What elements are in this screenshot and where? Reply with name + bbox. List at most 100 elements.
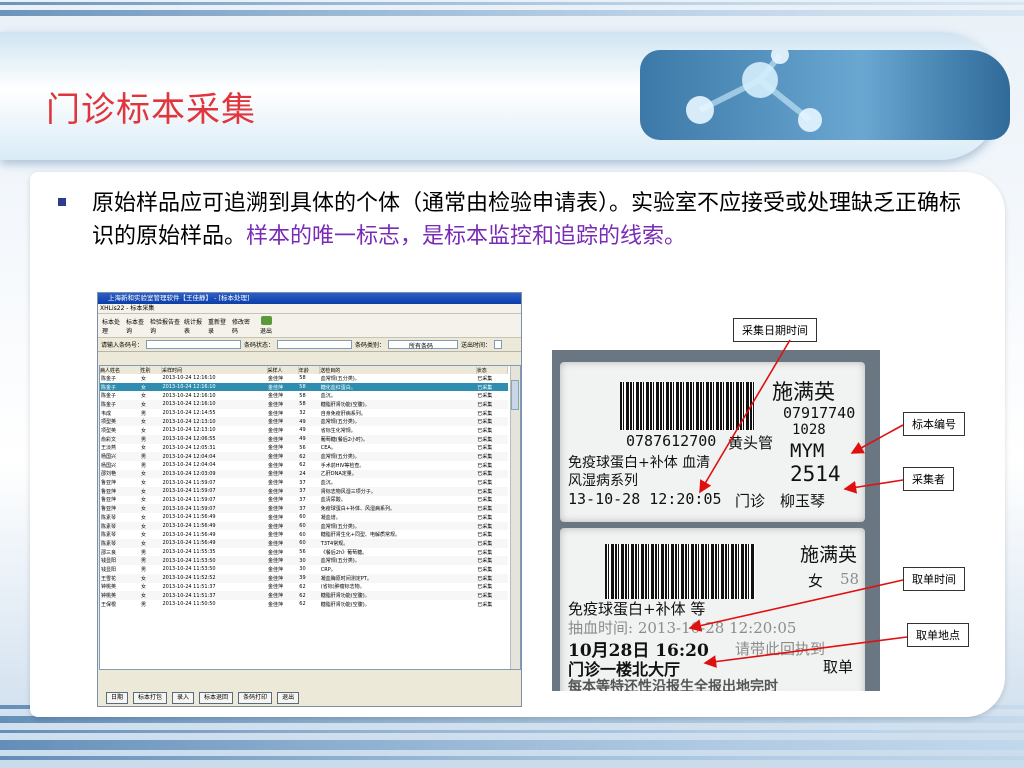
table-row[interactable]: 项型英女 2013-10-24 12:13:10 金佳萍 49 血常规(五分类)。 已采集 [100,417,508,427]
table-row[interactable]: 王保根 男 2013-10-24 11:50:50 金佳萍 62 糖脂肝肾功能(空腹)。 已… [100,600,508,609]
bottom-pickup-note: 请带此回执到 [735,640,826,658]
table-row[interactable]: 鲁亚萍 女 2013-10-24 11:59:07 金佳萍 37 血沉。 已采集 [100,478,508,487]
column-header[interactable]: 状态 [476,366,509,374]
callout-number: 标本编号 [903,412,965,436]
table-cell: 已采集 [477,480,493,487]
table-row[interactable]: 俞彩文男 2013-10-24 12:06:55 金佳萍 49 葡萄糖(餐后2小时)。已… [100,434,508,444]
table-cell: 58 [299,392,306,399]
table-cell: 省标生化常规。 [320,427,356,434]
time-input[interactable] [494,340,503,349]
table-cell: 58 [298,400,320,409]
table-cell: 62 [299,583,306,590]
toolbar-button-exit[interactable]: 退出 [256,316,276,335]
bottom-sex: 女 [808,572,824,590]
table-row[interactable]: 鲁亚萍女 2013-10-24 11:59:07 金佳萍 37 肾标志物风湿三项分子。已… [100,486,508,496]
window-button[interactable]: 标本退回 [199,692,234,704]
table-cell: 37 [299,496,306,503]
table-cell: 已采集 [477,514,493,521]
table-cell: 2013-10-24 12:16:10 [162,392,216,399]
table-cell: 钟桃英 [100,591,141,600]
scroll-thumb[interactable] [511,380,519,410]
window-button[interactable]: 条码打印 [238,692,273,704]
table-cell: 鲁亚萍 [100,504,141,513]
table-cell: 王雪花 [100,573,141,583]
column-header[interactable]: 采样时间 [161,366,268,374]
table-cell: 男 [141,566,147,573]
table-row[interactable]: 钟桃英 女 2013-10-24 11:51:37 金佳萍 62 (省标)肿瘤标志物。 已采… [100,583,508,592]
table-cell: 2013-10-24 11:59:07 [161,486,268,496]
window-button[interactable]: 退出 [277,692,300,704]
table-row[interactable]: 陈金子女 2013-10-24 12:16:10 金佳萍 58 糖化血红蛋白。 已采集 [100,382,508,392]
table-row[interactable]: 鲁亚萍 女 2013-10-24 11:59:07 金佳萍 37 血清尿酸。 已采集 [100,496,508,505]
table-cell: 已采集 [477,566,493,573]
table-cell: 金佳萍 [268,514,284,521]
column-header[interactable]: 采样人 [267,366,299,374]
table-cell: 56 [299,549,306,556]
top-collector: 柳玉琴 [780,492,826,510]
table-row[interactable]: 陈金子 女 2013-10-24 12:16:10 金佳萍 58 血常规(五分类)。 已采集 [100,374,508,383]
type-select[interactable]: 所有条码 [388,340,459,350]
column-header[interactable]: 病人姓名 [100,366,141,374]
table-row[interactable]: 项型英 女 2013-10-24 12:13:10 金佳萍 49 省标生化常规。 已采集 [100,426,508,435]
table-cell: 女 [141,427,147,434]
toolbar-button-relogin[interactable]: 重新登录 [208,316,228,335]
table-cell: 49 [299,427,306,434]
table-row[interactable]: 陈素琴 女 2013-10-24 11:56:49 金佳萍 60 凝血谱。 已采集 [100,513,508,522]
table-cell: 2013-10-24 11:53:50 [162,566,216,573]
table-cell: 已采集 [477,549,493,556]
table-row[interactable]: 陈金子 女 2013-10-24 12:16:10 金佳萍 58 血沉。 已采集 [100,391,508,400]
table-row[interactable]: 邵刘艳女 2013-10-24 12:03:09 金佳萍 24 乙肝DNA定量。 已采集 [100,469,508,479]
column-header[interactable]: 性别 [140,366,163,374]
table-row[interactable]: 王雪花女 2013-10-24 11:52:52 金佳萍 39 凝血酶原时间测定PT。已… [100,573,508,583]
table-cell: 2013-10-24 12:13:10 [162,427,216,434]
top-code1: 1028 [792,422,826,438]
table-row[interactable]: 王淡燕 女 2013-10-24 12:05:31 金佳萍 56 CEA。 已采集 [100,444,508,453]
table-row[interactable]: 陈素琴女 2013-10-24 11:56:49 金佳萍 60 T3T4常规。 已采集 [100,539,508,548]
table-cell: 糖脂肝肾功能(空腹)。 [320,601,370,608]
toolbar-button-specimen[interactable]: 标本处理 [102,316,122,335]
table-cell: 已采集 [476,400,508,409]
table-cell: 已采集 [476,573,508,583]
table-cell: 男 [140,434,162,444]
table-row[interactable]: 陈素琴 女 2013-10-24 11:56:49 金佳萍 60 糖脂肝肾生化+同型、电解… [100,530,508,539]
status-select[interactable] [277,340,353,349]
table-cell: 2013-10-24 11:56:49 [162,531,216,538]
table-cell: 金佳萍 [268,497,284,504]
table-row[interactable]: 杨国兴男 2013-10-24 12:04:04 金佳萍 62 血常规(五分类)。 已采集 [100,452,508,461]
table-row[interactable]: 钱显阳男 2013-10-24 11:53:50 金佳萍 30 血常规(五分类)。 已采集 [100,556,508,566]
table-cell: 已采集 [476,539,508,548]
column-header[interactable]: 送检目的 [319,366,477,374]
table-cell: 韦成 [101,410,112,417]
table-cell: 2013-10-24 12:13:10 [161,417,268,427]
window-button[interactable]: 标本打包 [133,692,168,704]
table-row[interactable]: 鲁亚萍女 2013-10-24 11:59:07 金佳萍 37 免疫球蛋白+补体、风湿病… [100,504,508,513]
table-cell: 女 [140,417,162,427]
toolbar-button-password[interactable]: 修改密码 [232,316,252,335]
table-cell: 金佳萍 [267,556,299,566]
table-cell: 杨国兴 [101,462,117,469]
table-cell: 王淡燕 [101,445,117,452]
table-row[interactable]: 钱显阳 男 2013-10-24 11:53:50 金佳萍 30 CRP。 已采集 [100,565,508,574]
window-button[interactable]: 录入 [172,692,195,704]
top-id: 07917740 [783,404,856,422]
table-row[interactable]: 陈素琴女 2013-10-24 11:56:49 金佳萍 60 血常规(五分类)。 已采集 [100,521,508,531]
table-row[interactable]: 韦成 男 2013-10-24 12:14:55 金佳萍 32 自身免疫肝病系列。 已采集 [100,409,508,418]
table-row[interactable]: 陈金子女 2013-10-24 12:16:10 金佳萍 58 糖脂肝肾功能(空腹)。已… [100,400,508,409]
grid-scrollbar[interactable] [510,366,520,669]
table-cell: 陈素琴 [101,514,117,521]
table-cell: 血沉。 [320,480,336,487]
barcode-input[interactable] [146,340,242,349]
toolbar-button-stats[interactable]: 统计报表 [184,316,204,335]
table-row[interactable]: 邵三良 男 2013-10-24 11:55:35 金佳萍 56 《餐后2h》葡萄糖。 已采… [100,548,508,557]
toolbar-button-report[interactable]: 检验报告查询 [150,316,180,335]
table-row[interactable]: 钟桃英女 2013-10-24 11:51:37 金佳萍 62 糖脂肝肾功能(空腹)。已… [100,591,508,600]
window-button[interactable]: 日期 [106,692,129,704]
table-row[interactable]: 杨国兴 男 2013-10-24 12:04:04 金佳萍 62 手术前HIV等检查。 已采… [100,461,508,470]
table-cell: 男 [141,410,147,417]
toolbar-button-query[interactable]: 标本查询 [126,316,146,335]
toolbar: 标本处理 标本查询 检验报告查询 统计报表 重新登录 修改密码 退出 [98,314,521,338]
table-cell: 金佳萍 [267,591,299,600]
table-cell: 糖脂肝肾生化+同型、电解质常规。 [320,532,400,539]
column-header[interactable]: 年龄 [298,366,321,374]
specimen-grid: 病人姓名 性别 采样时间 采样人 年龄 送检目的 状态 陈金子女 2013-10-24 12:… [99,365,521,670]
